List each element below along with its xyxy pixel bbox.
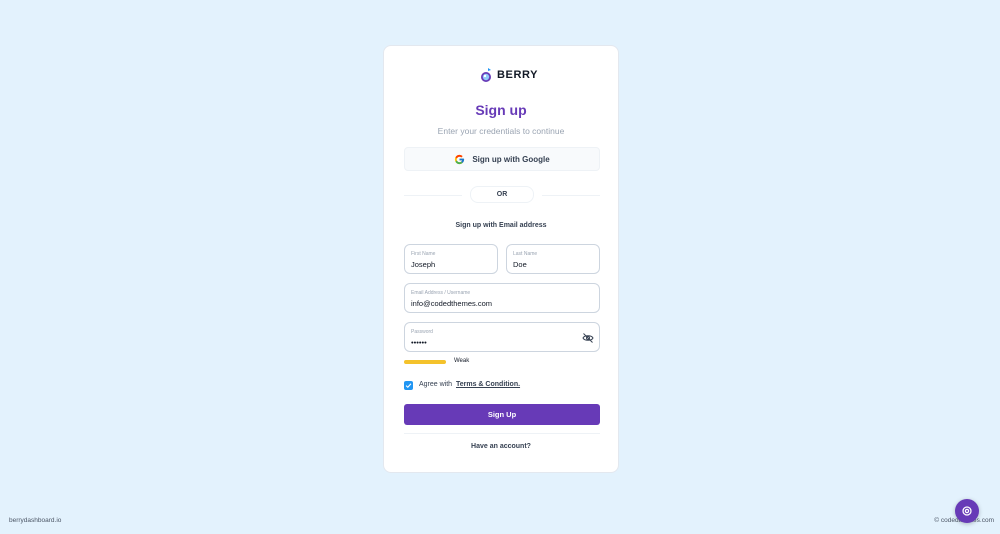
google-signup-button[interactable]: Sign up with Google <box>404 147 600 171</box>
first-name-value: Joseph <box>411 260 436 269</box>
berry-logo-icon <box>481 68 491 82</box>
password-label: Password <box>411 329 433 335</box>
or-divider-left <box>404 195 462 196</box>
signup-card: BERRY Sign up Enter your credentials to … <box>383 45 619 473</box>
settings-fab[interactable] <box>955 499 979 523</box>
last-name-value: Doe <box>513 260 527 269</box>
or-divider-right <box>542 195 600 196</box>
agree-text: Agree with <box>419 381 453 388</box>
last-name-field[interactable]: Last Name Doe <box>506 244 600 274</box>
last-name-label: Last Name <box>513 251 538 257</box>
brand-logo[interactable]: BERRY <box>479 66 538 84</box>
first-name-field[interactable]: First Name Joseph <box>404 244 498 274</box>
eye-off-icon[interactable] <box>582 332 594 344</box>
email-label: Email Address / Username <box>411 290 471 296</box>
email-signup-heading: Sign up with Email address <box>455 222 547 229</box>
password-strength-label: Weak <box>454 358 470 364</box>
first-name-label: First Name <box>411 251 436 257</box>
settings-icon <box>962 506 972 516</box>
checkmark-icon <box>405 383 412 389</box>
page-title: Sign up <box>475 102 527 118</box>
bottom-divider <box>404 433 600 434</box>
password-value: •••••• <box>411 338 427 347</box>
footer-site-link[interactable]: berrydashboard.io <box>9 517 61 524</box>
password-strength-bar <box>404 360 446 364</box>
terms-link[interactable]: Terms & Condition. <box>456 381 520 388</box>
brand-name: BERRY <box>497 69 539 81</box>
sign-up-button[interactable]: Sign Up <box>404 404 600 425</box>
email-field[interactable]: Email Address / Username info@codedtheme… <box>404 283 600 313</box>
agree-checkbox[interactable] <box>404 381 413 390</box>
page-subtitle: Enter your credentials to continue <box>437 126 565 136</box>
google-signup-label: Sign up with Google <box>472 154 550 164</box>
or-separator: OR <box>470 186 534 203</box>
have-account-link[interactable]: Have an account? <box>384 443 618 450</box>
google-icon <box>455 154 465 164</box>
email-value: info@codedthemes.com <box>411 299 492 308</box>
password-field[interactable]: Password •••••• <box>404 322 600 352</box>
